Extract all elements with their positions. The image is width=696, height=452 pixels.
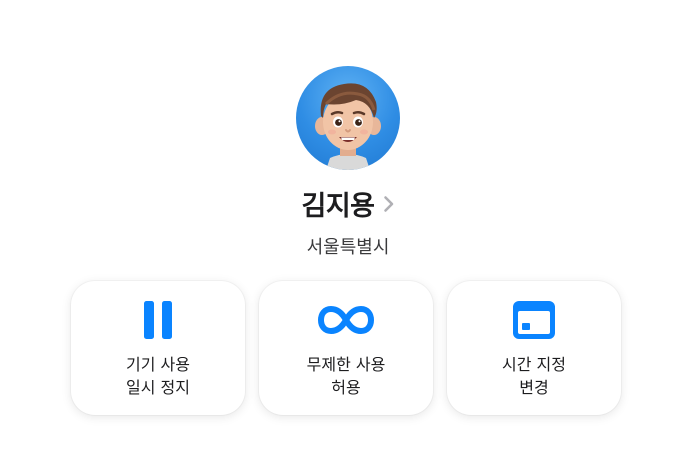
allow-unlimited-usage-button[interactable]: 무제한 사용 허용 [259, 281, 433, 415]
change-scheduled-time-button[interactable]: 시간 지정 변경 [447, 281, 621, 415]
pause-device-usage-button[interactable]: 기기 사용 일시 정지 [71, 281, 245, 415]
action-label: 시간 지정 변경 [502, 353, 566, 399]
action-cards: 기기 사용 일시 정지 무제한 사용 허용 시간 지정 변경 [71, 281, 621, 415]
action-label: 기기 사용 일시 정지 [126, 353, 190, 399]
infinity-icon [317, 301, 375, 339]
action-label-line: 무제한 사용 [306, 355, 386, 374]
action-label-line: 일시 정지 [126, 378, 190, 397]
profile-location: 서울특별시 [306, 237, 390, 258]
action-label-line: 변경 [519, 378, 549, 397]
avatar[interactable] [296, 66, 400, 170]
memoji-avatar-icon [315, 83, 381, 170]
profile-name-link[interactable]: 김지용 [301, 184, 394, 223]
pause-icon [144, 301, 172, 339]
calendar-icon [513, 301, 555, 339]
profile-header: 김지용 서울특별시 [0, 66, 696, 259]
action-label-line: 허용 [331, 378, 361, 397]
action-label-line: 기기 사용 [126, 355, 190, 374]
action-label-line: 시간 지정 [502, 355, 566, 374]
profile-name: 김지용 [301, 191, 375, 222]
action-label: 무제한 사용 허용 [307, 353, 386, 399]
chevron-right-icon [383, 195, 395, 213]
